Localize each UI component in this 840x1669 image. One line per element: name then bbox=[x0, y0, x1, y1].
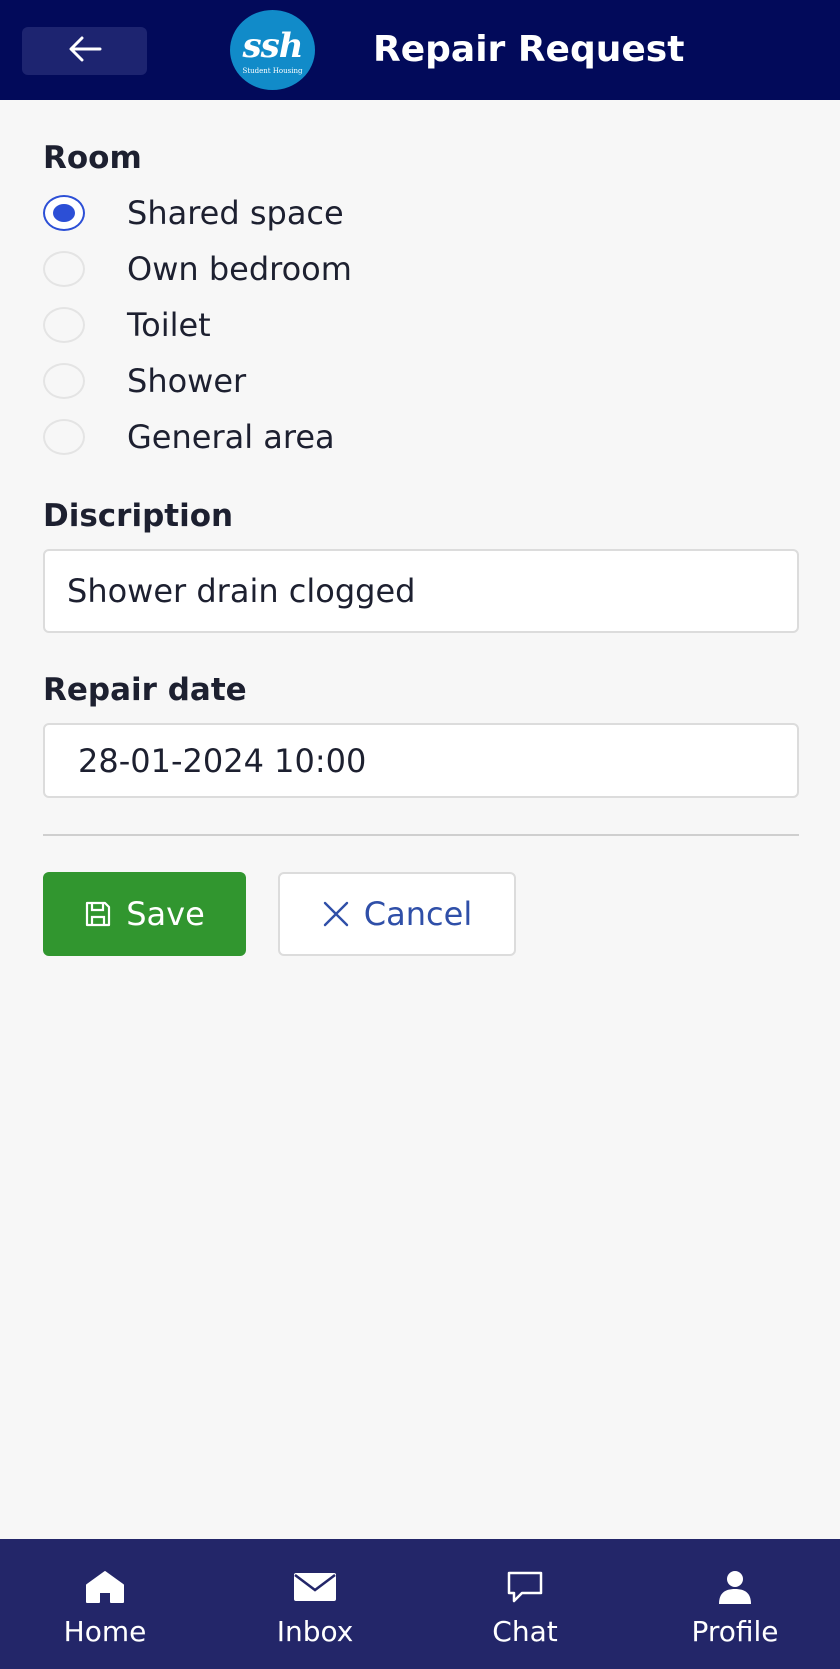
save-label: Save bbox=[126, 895, 205, 933]
nav-item-profile[interactable]: Profile bbox=[630, 1539, 840, 1669]
nav-label: Profile bbox=[691, 1615, 779, 1648]
arrow-left-icon bbox=[68, 36, 102, 66]
radio-button[interactable] bbox=[43, 251, 85, 287]
description-label: Discription bbox=[43, 498, 234, 534]
inbox-icon bbox=[293, 1567, 337, 1607]
radio-option-shared-space[interactable]: Shared space bbox=[43, 191, 344, 235]
app-logo: ssh Student Housing bbox=[230, 10, 315, 90]
nav-label: Inbox bbox=[276, 1615, 354, 1648]
page-title: Repair Request bbox=[373, 29, 685, 70]
radio-label: Shared space bbox=[127, 194, 344, 232]
nav-item-chat[interactable]: Chat bbox=[420, 1539, 630, 1669]
nav-item-inbox[interactable]: Inbox bbox=[210, 1539, 420, 1669]
repair-date-input[interactable]: 28-01-2024 10:00 bbox=[43, 723, 799, 798]
radio-option-own-bedroom[interactable]: Own bedroom bbox=[43, 247, 352, 291]
repair-date-value: 28-01-2024 10:00 bbox=[78, 741, 367, 780]
radio-label: Own bedroom bbox=[127, 250, 352, 288]
radio-button[interactable] bbox=[43, 363, 85, 399]
save-icon bbox=[84, 900, 112, 928]
radio-button[interactable] bbox=[43, 419, 85, 455]
radio-button[interactable] bbox=[43, 195, 85, 231]
close-icon bbox=[322, 900, 350, 928]
cancel-button[interactable]: Cancel bbox=[278, 872, 516, 956]
bottom-nav: Home Inbox Chat Profile bbox=[0, 1539, 840, 1669]
radio-button[interactable] bbox=[43, 307, 85, 343]
nav-label: Home bbox=[63, 1615, 147, 1648]
nav-label: Chat bbox=[492, 1615, 558, 1648]
app-header: ssh Student Housing Repair Request bbox=[0, 0, 840, 100]
chat-icon bbox=[506, 1567, 544, 1607]
profile-icon bbox=[717, 1567, 753, 1607]
description-value: Shower drain clogged bbox=[67, 572, 416, 610]
divider bbox=[43, 834, 799, 836]
radio-label: Shower bbox=[127, 362, 247, 400]
nav-item-home[interactable]: Home bbox=[0, 1539, 210, 1669]
radio-label: Toilet bbox=[127, 306, 211, 344]
radio-label: General area bbox=[127, 418, 335, 456]
radio-option-shower[interactable]: Shower bbox=[43, 359, 246, 403]
logo-subtitle: Student Housing bbox=[242, 67, 303, 75]
radio-option-toilet[interactable]: Toilet bbox=[43, 303, 211, 347]
home-icon bbox=[85, 1567, 125, 1607]
back-button[interactable] bbox=[22, 27, 147, 75]
description-input[interactable]: Shower drain clogged bbox=[43, 549, 799, 633]
save-button[interactable]: Save bbox=[43, 872, 246, 956]
radio-option-general-area[interactable]: General area bbox=[43, 415, 335, 459]
room-label: Room bbox=[43, 140, 142, 176]
repair-date-label: Repair date bbox=[43, 672, 247, 708]
cancel-label: Cancel bbox=[363, 895, 473, 933]
logo-mark: ssh bbox=[242, 26, 303, 66]
